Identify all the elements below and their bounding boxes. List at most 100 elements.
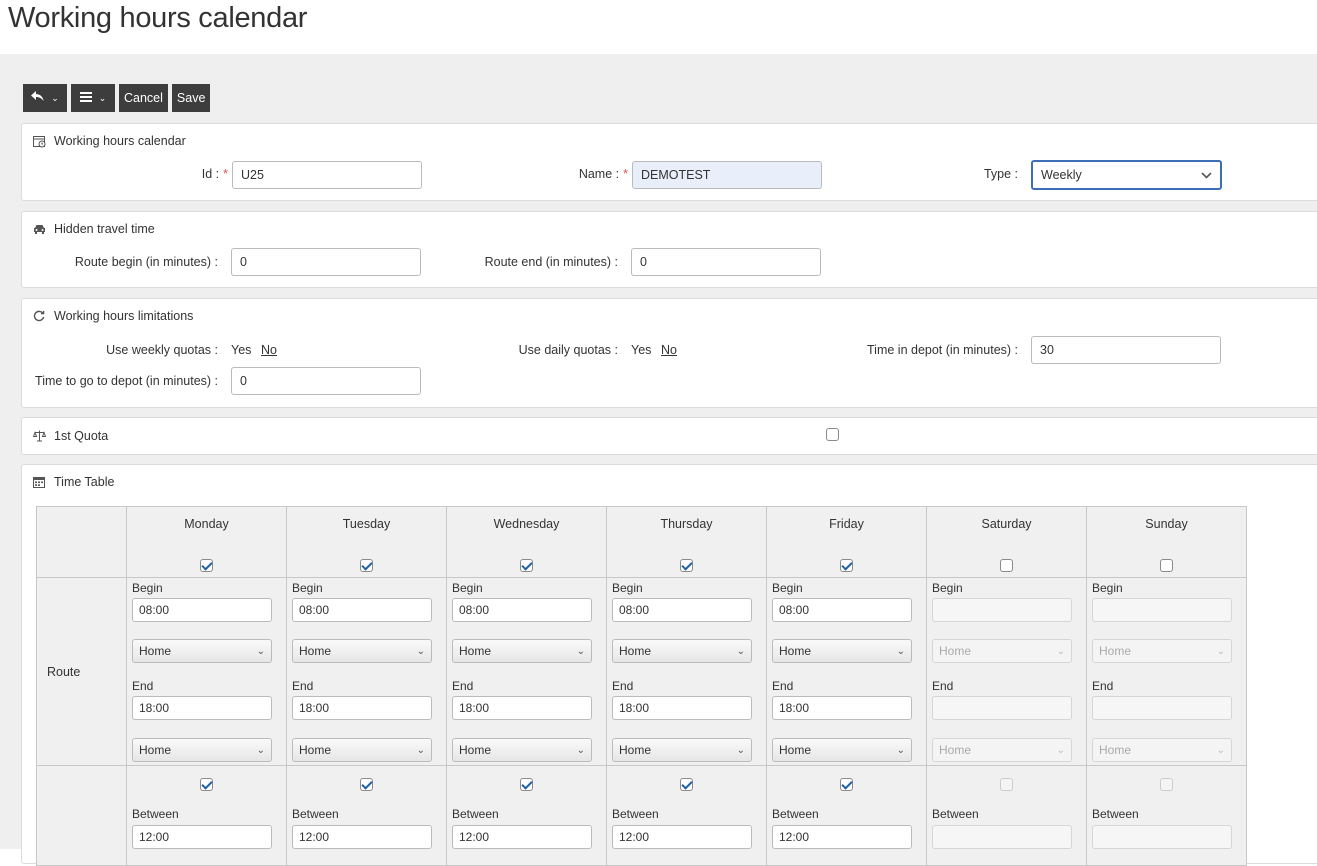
end-label: End (772, 679, 794, 693)
break-time-field[interactable]: 12:00 (612, 825, 752, 849)
break-time-field[interactable]: 12:00 (132, 825, 272, 849)
end-location-select[interactable]: Home ⌄ (612, 738, 752, 762)
day-column-header: Tuesday (286, 506, 447, 578)
name-field[interactable]: DEMOTEST (632, 161, 822, 189)
day-enabled-checkbox[interactable] (360, 559, 373, 573)
begin-location-select[interactable]: Home ⌄ (772, 639, 912, 663)
balance-scale-icon (32, 430, 46, 442)
route-end-field[interactable]: 0 (631, 248, 821, 276)
go-depot-field[interactable]: 0 (231, 367, 421, 395)
list-menu-button[interactable]: ⌄ (71, 84, 115, 112)
end-location-select[interactable]: Home ⌄ (932, 738, 1072, 762)
chevron-down-icon: ⌄ (1216, 744, 1225, 756)
break-enabled-checkbox[interactable] (840, 778, 853, 792)
break-row-header (36, 765, 127, 866)
begin-location-value: Home (1099, 644, 1132, 658)
break-time-field[interactable] (932, 825, 1072, 849)
end-time-field[interactable] (1092, 696, 1232, 720)
break-enabled-checkbox[interactable] (360, 778, 373, 792)
depot-time-field[interactable]: 30 (1031, 336, 1221, 364)
day-enabled-checkbox[interactable] (1000, 559, 1013, 573)
end-time-field[interactable]: 18:00 (452, 696, 592, 720)
route-cell: Begin 08:00 Home ⌄ End 18:00 Home ⌄ (126, 577, 287, 766)
end-location-value: Home (139, 743, 172, 757)
begin-location-select[interactable]: Home ⌄ (612, 639, 752, 663)
limitations-panel-title: Working hours limitations (54, 309, 194, 323)
break-enabled-checkbox[interactable] (200, 778, 213, 792)
end-time-field[interactable]: 18:00 (612, 696, 752, 720)
back-menu-button[interactable]: ⌄ (23, 84, 67, 112)
weekly-no-link[interactable]: No (261, 343, 277, 357)
day-enabled-checkbox[interactable] (840, 559, 853, 573)
between-label: Between (612, 807, 659, 821)
daily-yes-option[interactable]: Yes (631, 343, 651, 357)
quota-checkbox[interactable] (826, 428, 839, 441)
save-button[interactable]: Save (171, 84, 211, 112)
break-time-field[interactable] (1092, 825, 1232, 849)
travel-panel-title: Hidden travel time (54, 222, 155, 236)
end-label: End (292, 679, 314, 693)
begin-time-field[interactable]: 08:00 (612, 598, 752, 622)
begin-location-select[interactable]: Home ⌄ (132, 639, 272, 663)
break-time-field[interactable]: 12:00 (452, 825, 592, 849)
begin-location-select[interactable]: Home ⌄ (452, 639, 592, 663)
chevron-down-icon: ⌄ (51, 92, 59, 103)
day-enabled-checkbox[interactable] (520, 559, 533, 573)
begin-time-field[interactable]: 08:00 (772, 598, 912, 622)
begin-time-field[interactable] (932, 598, 1072, 622)
timetable-panel-title: Time Table (54, 475, 115, 489)
break-time-field[interactable]: 12:00 (772, 825, 912, 849)
end-time-field[interactable]: 18:00 (772, 696, 912, 720)
between-label: Between (132, 807, 179, 821)
chevron-down-icon: ⌄ (736, 645, 745, 657)
break-enabled-checkbox[interactable] (1000, 778, 1013, 792)
break-enabled-checkbox[interactable] (680, 778, 693, 792)
begin-label: Begin (1092, 581, 1123, 595)
day-enabled-checkbox[interactable] (680, 559, 693, 573)
daily-no-link[interactable]: No (661, 343, 677, 357)
chevron-down-icon: ⌄ (896, 744, 905, 756)
route-cell: Begin 08:00 Home ⌄ End 18:00 Home ⌄ (606, 577, 767, 766)
between-label: Between (452, 807, 499, 821)
id-field[interactable]: U25 (232, 161, 422, 189)
begin-location-select[interactable]: Home ⌄ (932, 639, 1072, 663)
day-column-header: Thursday (606, 506, 767, 578)
chevron-down-icon: ⌄ (736, 744, 745, 756)
chevron-down-icon: ⌄ (256, 744, 265, 756)
end-location-select[interactable]: Home ⌄ (1092, 738, 1232, 762)
limitations-panel-header: Working hours limitations (32, 309, 193, 323)
end-location-select[interactable]: Home ⌄ (132, 738, 272, 762)
break-cell: Between 12:00 (446, 765, 607, 866)
begin-location-select[interactable]: Home ⌄ (1092, 639, 1232, 663)
break-enabled-checkbox[interactable] (1160, 778, 1173, 792)
end-time-field[interactable] (932, 696, 1072, 720)
end-time-field[interactable]: 18:00 (292, 696, 432, 720)
begin-time-field[interactable]: 08:00 (292, 598, 432, 622)
route-cell: Begin Home ⌄ End Home ⌄ (926, 577, 1087, 766)
cancel-button[interactable]: Cancel (119, 84, 168, 112)
day-enabled-checkbox[interactable] (1160, 559, 1173, 573)
end-location-value: Home (939, 743, 972, 757)
day-column-header: Saturday (926, 506, 1087, 578)
route-begin-field[interactable]: 0 (231, 248, 421, 276)
content-area: ⌄ ⌄ Cancel Save Working hours calendar I… (0, 54, 1317, 866)
begin-location-select[interactable]: Home ⌄ (292, 639, 432, 663)
chevron-down-icon: ⌄ (416, 744, 425, 756)
type-select[interactable]: Weekly (1031, 160, 1222, 190)
break-enabled-checkbox[interactable] (520, 778, 533, 792)
end-location-select[interactable]: Home ⌄ (772, 738, 912, 762)
day-enabled-checkbox[interactable] (200, 559, 213, 573)
begin-time-field[interactable]: 08:00 (132, 598, 272, 622)
reply-icon (31, 91, 44, 105)
begin-time-field[interactable]: 08:00 (452, 598, 592, 622)
day-column-header: Friday (766, 506, 927, 578)
route-begin-label: Route begin (in minutes) : (74, 255, 218, 269)
break-time-field[interactable]: 12:00 (292, 825, 432, 849)
quota-panel: 1st Quota (21, 417, 1317, 455)
weekly-yes-option[interactable]: Yes (231, 343, 251, 357)
end-time-field[interactable]: 18:00 (132, 696, 272, 720)
end-location-select[interactable]: Home ⌄ (292, 738, 432, 762)
begin-time-field[interactable] (1092, 598, 1232, 622)
end-location-value: Home (299, 743, 332, 757)
end-location-select[interactable]: Home ⌄ (452, 738, 592, 762)
